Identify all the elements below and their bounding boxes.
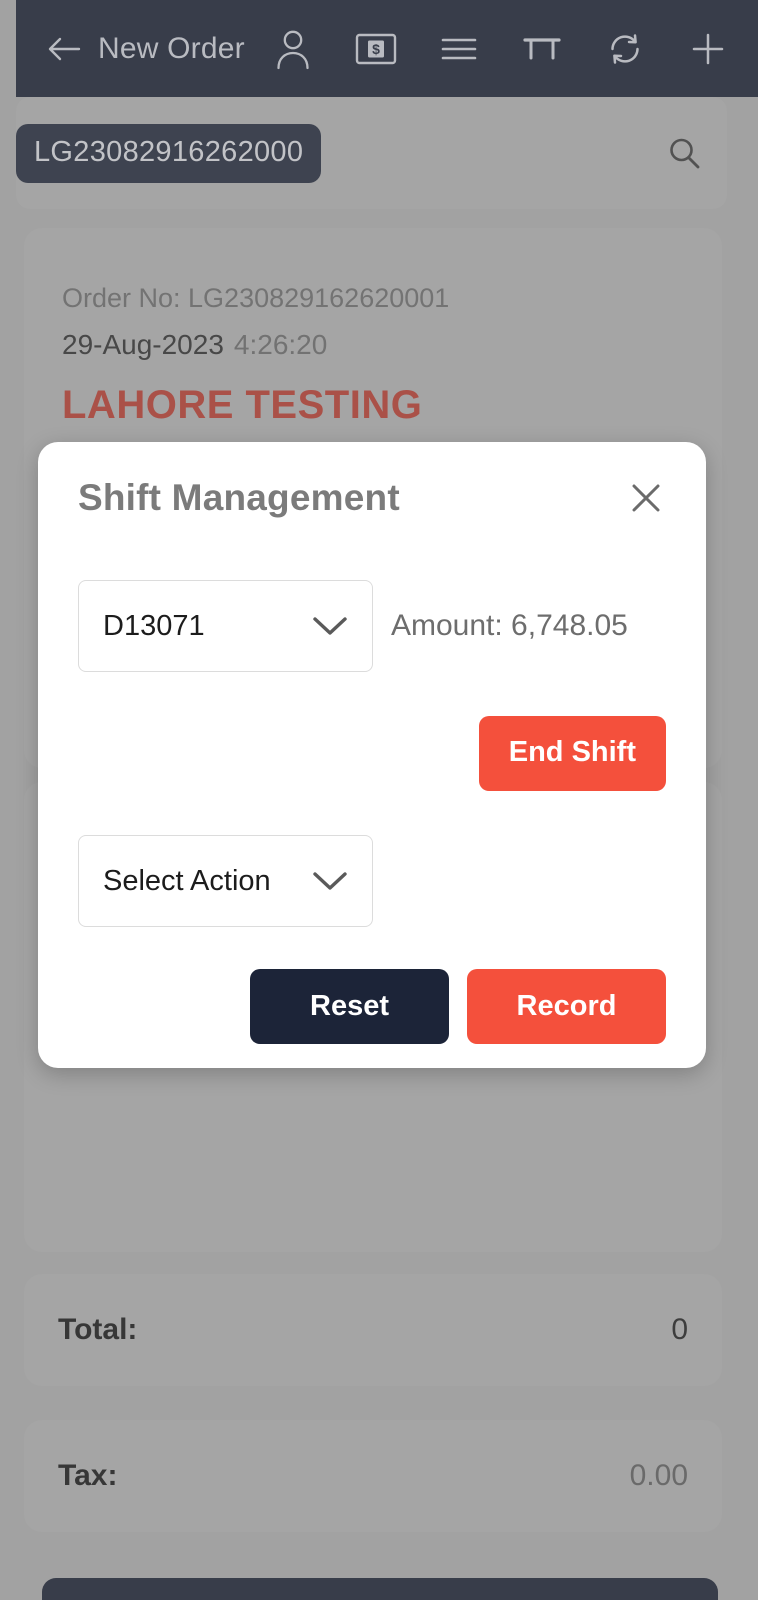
order-time: 4:26:20	[233, 328, 328, 360]
dialog-footer: Reset Record	[78, 969, 666, 1044]
order-number-chip[interactable]: LG23082916262000	[16, 123, 322, 183]
table-icon-glyph	[523, 37, 561, 59]
refresh-icon[interactable]	[601, 25, 649, 73]
cash-note-icon-glyph: $	[355, 33, 397, 64]
bottom-action-bar[interactable]	[42, 1578, 718, 1600]
search-bar-card: LG23082916262000	[16, 97, 727, 209]
end-shift-button[interactable]: End Shift	[478, 716, 666, 791]
shift-management-dialog: Shift Management D13071 Amount: 6,748.05…	[38, 442, 706, 1068]
navbar-title: New Order	[98, 31, 245, 65]
tax-row: Tax: 0.00	[24, 1420, 722, 1532]
shift-select-row: D13071 Amount: 6,748.05	[78, 580, 666, 672]
plus-icon-glyph	[692, 33, 724, 64]
action-select[interactable]: Select Action	[78, 835, 373, 927]
search-icon	[670, 138, 700, 169]
dialog-title: Shift Management	[78, 477, 400, 518]
close-button[interactable]	[620, 472, 672, 524]
chevron-down-icon	[310, 868, 350, 894]
shift-select[interactable]: D13071	[78, 580, 373, 672]
shift-amount-label: Amount: 6,748.05	[391, 609, 628, 642]
order-date: 29-Aug-2023	[62, 328, 224, 360]
action-select-value: Select Action	[103, 864, 271, 897]
chevron-down-icon-glyph	[313, 617, 347, 635]
person-icon[interactable]	[269, 25, 317, 73]
plus-icon[interactable]	[684, 25, 732, 73]
total-label: Total:	[58, 1313, 138, 1346]
search-button[interactable]	[661, 130, 707, 176]
reset-button[interactable]: Reset	[250, 969, 449, 1044]
person-icon-glyph	[277, 30, 309, 69]
action-select-row: Select Action	[78, 835, 666, 927]
tax-label: Tax:	[58, 1459, 118, 1492]
back-button[interactable]	[44, 29, 84, 69]
total-row: Total: 0	[24, 1274, 722, 1386]
hamburger-menu-icon-glyph	[441, 38, 477, 59]
total-value: 0	[671, 1313, 688, 1346]
arrow-left-icon	[48, 37, 81, 60]
record-button[interactable]: Record	[467, 969, 666, 1044]
dialog-header: Shift Management	[78, 442, 666, 524]
tax-value: 0.00	[629, 1459, 688, 1492]
svg-text:$: $	[372, 41, 380, 57]
order-datetime: 29-Aug-2023 4:26:20	[62, 329, 684, 361]
top-navbar: New Order $	[16, 0, 758, 97]
cash-note-icon[interactable]: $	[352, 25, 400, 73]
navbar-icon-group: $	[269, 25, 736, 73]
chevron-down-icon	[310, 613, 350, 639]
order-number-label: Order No: LG230829162620001	[62, 283, 450, 313]
shift-select-value: D13071	[103, 609, 205, 642]
branch-name: LAHORE TESTING	[62, 382, 423, 427]
refresh-icon-glyph	[611, 33, 639, 64]
hamburger-menu-icon[interactable]	[435, 25, 483, 73]
table-icon[interactable]	[518, 25, 566, 73]
chevron-down-icon-glyph	[313, 872, 347, 890]
close-icon	[632, 484, 660, 512]
end-shift-row: End Shift	[78, 716, 666, 791]
pos-screen: New Order $ LG23082916262000 Order No: L…	[0, 0, 758, 1600]
